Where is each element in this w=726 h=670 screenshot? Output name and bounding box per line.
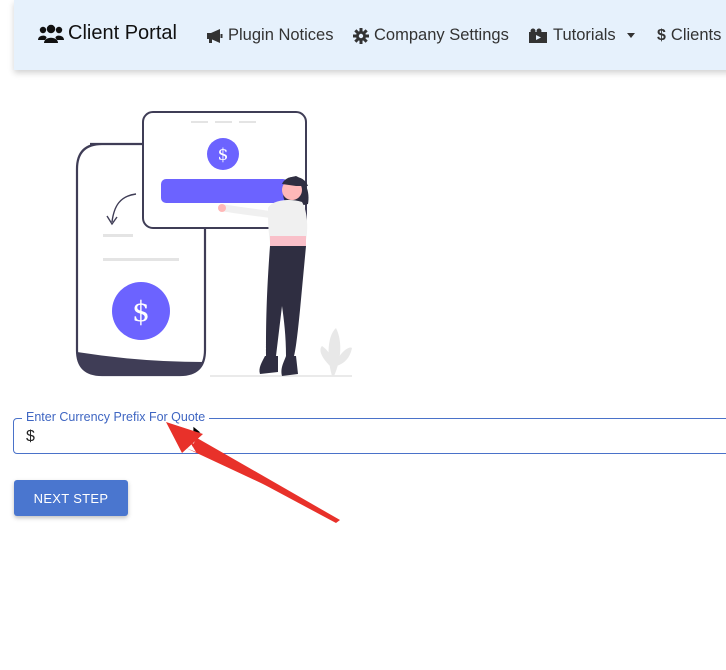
phone-dollar-symbol: $ — [132, 295, 150, 328]
mouse-cursor-icon — [192, 425, 202, 439]
megaphone-icon — [206, 28, 223, 44]
next-step-button[interactable]: NEXT STEP — [14, 480, 128, 516]
dollar-icon: $ — [657, 26, 666, 44]
nav-label: Clients — [670, 26, 722, 44]
nav-tutorials-dropdown[interactable]: Tutorials — [528, 26, 635, 45]
nav-company-settings[interactable]: Company Settings — [353, 26, 509, 45]
payment-illustration: $ $ — [75, 111, 352, 377]
users-icon — [38, 24, 64, 44]
chevron-down-icon — [626, 33, 635, 38]
nav-label: Tutorials — [553, 26, 616, 44]
screen-dollar-symbol: $ — [218, 145, 229, 165]
brand-link[interactable]: Client Portal — [38, 22, 177, 45]
gear-icon — [353, 27, 369, 44]
currency-prefix-label: Enter Currency Prefix For Quote — [22, 410, 210, 424]
nav-label: Company Settings — [374, 26, 509, 44]
nav-clients[interactable]: $ Clients — [657, 26, 721, 45]
currency-prefix-input[interactable] — [24, 425, 708, 449]
top-navbar: Client Portal Plugin Notices Company Set… — [14, 0, 726, 70]
brand-label: Client Portal — [68, 22, 177, 44]
nav-plugin-notices[interactable]: Plugin Notices — [206, 26, 333, 45]
currency-prefix-field: Enter Currency Prefix For Quote — [13, 410, 726, 454]
nav-label: Plugin Notices — [228, 26, 334, 44]
photo-video-icon — [528, 28, 548, 44]
